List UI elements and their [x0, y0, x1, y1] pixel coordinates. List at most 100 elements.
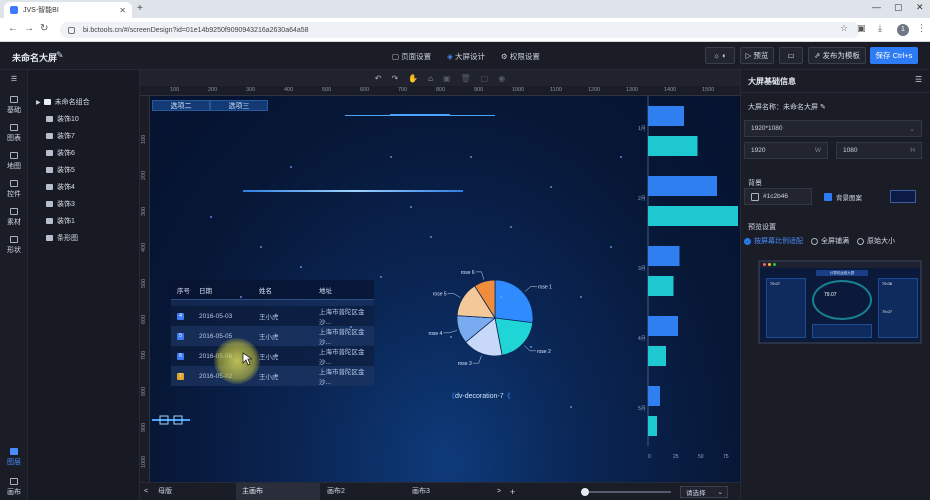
pie-chart[interactable]: rose 1 rose 2 rose 3 rose 4 rose 5 rose 6	[420, 248, 570, 390]
table-row[interactable]: 7 2016-05-02 王小虎 上海市普陀区金沙...	[171, 366, 374, 386]
bar-rect[interactable]	[648, 246, 680, 266]
delete-icon[interactable]: 🗑	[461, 74, 471, 83]
expand-arrow-icon[interactable]: ▶	[36, 99, 41, 106]
layer-item[interactable]: 装饰4	[46, 182, 75, 192]
table-row[interactable]: 4 2016-05-03 王小虎 上海市普陀区金沙...	[171, 306, 374, 326]
radio-icon	[811, 237, 818, 245]
option-tab-3[interactable]: 选项三	[210, 100, 268, 111]
bar-rect[interactable]	[648, 136, 698, 156]
table-row[interactable]: 5 2016-05-05 王小虎 上海市普陀区金沙...	[171, 326, 374, 346]
tab-page-settings[interactable]: ▢ 页面设置	[392, 51, 431, 62]
browser-menu-icon[interactable]: ⋮	[917, 23, 926, 34]
minimize-icon[interactable]: —	[872, 2, 881, 12]
layer-item[interactable]: 装饰10	[46, 114, 79, 124]
bg-image-swatch[interactable]	[890, 190, 916, 203]
preview-button[interactable]: ▷ 预览	[740, 47, 774, 64]
url-field[interactable]: bi.bctools.cn/#/screenDesign?id=01e14b92…	[60, 22, 860, 38]
page-tab-main[interactable]: 主画布	[236, 483, 320, 500]
ruler-tick-label: 200	[141, 170, 147, 180]
profile-avatar[interactable]: 1	[897, 24, 909, 36]
edit-name-icon[interactable]: ✎	[56, 50, 64, 61]
add-page-icon[interactable]: +	[510, 483, 515, 500]
table-row[interactable]: 6 2016-05-06 王小虎 上海市普陀区金沙...	[171, 346, 374, 366]
rail-layers[interactable]: 图层	[0, 448, 28, 467]
forward-icon[interactable]: →	[24, 23, 34, 34]
layer-group[interactable]: ▶ 未命名组合	[36, 97, 90, 107]
layer-item[interactable]: 装饰7	[46, 131, 75, 141]
resolution-select[interactable]: 1920*1080 ⌄	[744, 120, 922, 137]
bar-rect[interactable]	[648, 346, 666, 366]
layer-item[interactable]: 条形图	[46, 233, 78, 243]
layer-item[interactable]: 装饰5	[46, 165, 75, 175]
copy-icon[interactable]: ▣	[443, 74, 451, 83]
bar-rect[interactable]	[648, 106, 684, 126]
bookmark-star-icon[interactable]: ☆	[840, 23, 848, 34]
site-info-icon[interactable]	[68, 26, 75, 34]
bg-image-checkbox[interactable]	[824, 192, 832, 201]
tab-permission-settings[interactable]: ⚙ 权限设置	[501, 51, 540, 62]
panel-menu-icon[interactable]: ☰	[915, 75, 922, 84]
close-tab-icon[interactable]: ✕	[119, 6, 126, 15]
layer-item[interactable]: 装饰1	[46, 216, 75, 226]
preview-mode-fit[interactable]: 按屏幕比例适配	[744, 236, 803, 246]
layer-item[interactable]: 装饰3	[46, 199, 75, 209]
screen-canvas[interactable]: 选项二 选项三 序号 日期 姓名 地址 4 2016-05-03 王小虎 上海市…	[150, 96, 740, 482]
canvas-area: ↶ ↷ ✋ ⌂ ▣ 🗑 ▢ ◉ 100 200 300 400 500 600 700 800…	[140, 70, 740, 482]
page-tab-2[interactable]: 画布2	[327, 483, 345, 500]
save-button[interactable]: 保存 Ctrl+s	[870, 47, 918, 64]
rail-chart[interactable]: 图表	[0, 124, 28, 143]
back-icon[interactable]: ←	[8, 23, 18, 34]
bar-category-label: 1月	[638, 126, 646, 132]
option-tab-2[interactable]: 选项二	[152, 100, 210, 111]
pan-icon[interactable]: ✋	[408, 74, 418, 83]
zoom-slider-knob[interactable]	[581, 488, 589, 496]
bar-rect[interactable]	[648, 386, 660, 406]
screen-size-button[interactable]: ▭	[779, 47, 803, 64]
prev-page-icon[interactable]: <	[144, 483, 148, 500]
preview-mode-fill[interactable]: 全屏铺满	[811, 236, 849, 246]
bar-axis-tick-label: 25	[673, 454, 679, 460]
publish-template-button[interactable]: ⇗ 发布为模板	[808, 47, 866, 64]
rail-control[interactable]: 控件	[0, 180, 28, 199]
zoom-slider[interactable]	[583, 491, 671, 493]
edit-name-icon[interactable]: ✎	[820, 104, 826, 111]
close-window-icon[interactable]: ✕	[916, 2, 924, 13]
hide-icon[interactable]: ▢	[481, 74, 489, 83]
bar-rect[interactable]	[648, 206, 738, 226]
tab-screen-design[interactable]: ◈ 大屏设计	[447, 51, 485, 62]
reload-icon[interactable]: ↻	[40, 23, 48, 34]
rail-canvas[interactable]: 画布	[0, 478, 28, 497]
collapse-rail-icon[interactable]: ☰	[0, 75, 28, 83]
maximize-icon[interactable]: ▢	[894, 2, 903, 13]
page-tab-master[interactable]: 母版	[158, 483, 172, 500]
extension-icon[interactable]: ▣	[857, 23, 866, 34]
bar-rect[interactable]	[648, 176, 717, 196]
lock-icon[interactable]: ⌂	[428, 74, 433, 83]
rail-material[interactable]: 素材	[0, 208, 28, 227]
next-page-icon[interactable]: >	[497, 483, 501, 500]
undo-icon[interactable]: ↶	[375, 74, 382, 83]
height-input[interactable]: 1080 H	[836, 142, 922, 159]
star-decoration	[300, 266, 302, 268]
bar-rect[interactable]	[648, 276, 674, 296]
bg-color-picker[interactable]: #1c2b46	[744, 188, 812, 205]
browser-tab[interactable]: JVS-智能BI ✕	[4, 2, 132, 18]
rail-map[interactable]: 地图	[0, 152, 28, 171]
preview-mode-original[interactable]: 原始大小	[857, 236, 895, 246]
bar-rect[interactable]	[648, 316, 678, 336]
zoom-select[interactable]: 请选择 ⌄	[680, 486, 728, 498]
page-tab-3[interactable]: 画布3	[412, 483, 430, 500]
pie-slice[interactable]	[494, 279, 534, 324]
redo-icon[interactable]: ↷	[391, 74, 398, 83]
rail-basic[interactable]: 基础	[0, 96, 28, 115]
bar-chart[interactable]: 1月 2月 3月 4月 5月 0 25 50 75	[638, 96, 740, 466]
rail-shape[interactable]: 形状	[0, 236, 28, 255]
visibility-icon[interactable]: ◉	[498, 74, 505, 83]
layer-item[interactable]: 装饰6	[46, 148, 75, 158]
download-icon[interactable]: ⤓	[878, 23, 882, 34]
bg-image-option[interactable]: 背景图案	[818, 188, 922, 205]
new-tab-icon[interactable]: +	[137, 3, 143, 14]
width-input[interactable]: 1920 W	[744, 142, 828, 159]
theme-toggle-button[interactable]: ☼ ◐	[705, 47, 735, 64]
bar-rect[interactable]	[648, 416, 657, 436]
